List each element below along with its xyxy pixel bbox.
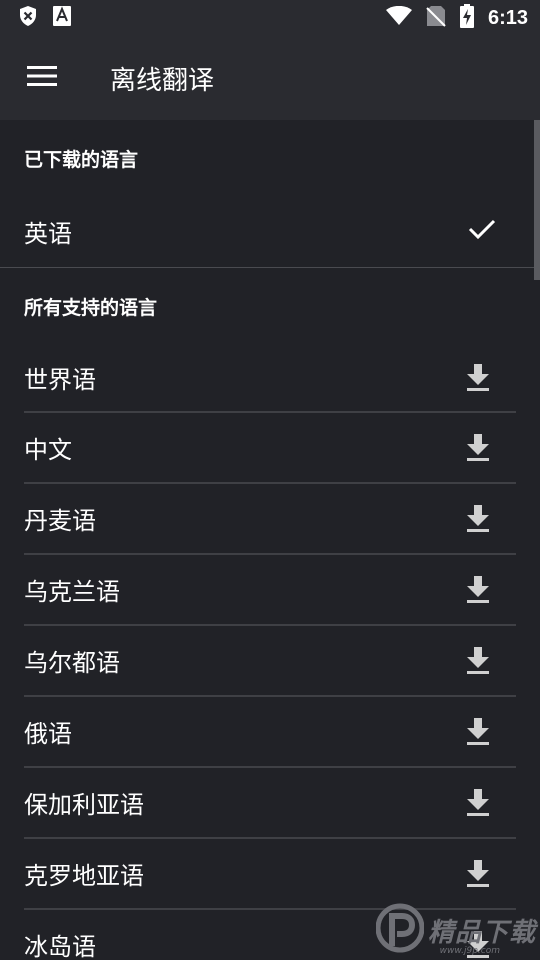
list-item[interactable]: 中文	[24, 413, 516, 484]
watermark-logo-icon	[375, 902, 425, 958]
list-item[interactable]: 俄语	[24, 697, 516, 768]
list-item[interactable]: 保加利亚语	[24, 768, 516, 839]
download-icon[interactable]	[464, 788, 492, 818]
list-item[interactable]: 世界语	[24, 344, 516, 413]
hamburger-menu-icon	[27, 65, 57, 91]
battery-charging-icon	[459, 4, 474, 32]
language-label: 冰岛语	[24, 933, 96, 960]
shield-x-icon	[18, 5, 38, 31]
text-a-icon	[52, 5, 72, 31]
page-title: 离线翻译	[110, 65, 215, 96]
language-label: 丹麦语	[24, 507, 96, 535]
download-icon[interactable]	[464, 575, 492, 605]
no-sim-icon	[426, 5, 446, 31]
download-icon[interactable]	[464, 646, 492, 676]
status-left-icons	[18, 5, 72, 31]
check-icon	[468, 218, 496, 246]
downloaded-item-english[interactable]: 英语	[0, 196, 540, 268]
status-time: 6:13	[487, 6, 528, 29]
watermark-text: 精品下载	[427, 917, 536, 948]
download-icon[interactable]	[464, 433, 492, 463]
download-icon[interactable]	[464, 859, 492, 889]
language-label: 乌克兰语	[24, 578, 120, 606]
menu-button[interactable]	[0, 36, 84, 120]
language-label: 世界语	[24, 366, 96, 394]
status-right-icons: 6:13	[385, 4, 528, 32]
language-label: 保加利亚语	[24, 791, 144, 819]
status-bar: 6:13	[0, 0, 540, 36]
download-icon[interactable]	[464, 504, 492, 534]
watermark-subtext: www.j9p.com	[439, 946, 500, 956]
list-item[interactable]: 乌尔都语	[24, 626, 516, 697]
language-label: 俄语	[24, 720, 72, 748]
wifi-icon	[385, 5, 412, 30]
download-icon[interactable]	[464, 717, 492, 747]
downloaded-section-header: 已下载的语言	[24, 148, 139, 171]
language-label: 中文	[24, 436, 72, 464]
all-supported-section-header: 所有支持的语言	[24, 296, 158, 319]
app-bar: 离线翻译	[0, 36, 540, 120]
language-list-content[interactable]: 已下载的语言 英语 所有支持的语言 世界语 中文 丹麦语 乌克兰语 乌尔都语 俄…	[0, 120, 540, 960]
list-item[interactable]: 丹麦语	[24, 484, 516, 555]
supported-language-list: 世界语 中文 丹麦语 乌克兰语 乌尔都语 俄语 保加利亚语 克罗地亚语 冰岛语	[0, 344, 540, 960]
scrollbar[interactable]	[534, 120, 540, 280]
list-item[interactable]: 乌克兰语	[24, 555, 516, 626]
language-label: 克罗地亚语	[24, 862, 144, 890]
language-label: 英语	[24, 220, 72, 248]
download-icon[interactable]	[464, 363, 492, 393]
list-item[interactable]: 克罗地亚语	[24, 839, 516, 910]
language-label: 乌尔都语	[24, 649, 120, 677]
